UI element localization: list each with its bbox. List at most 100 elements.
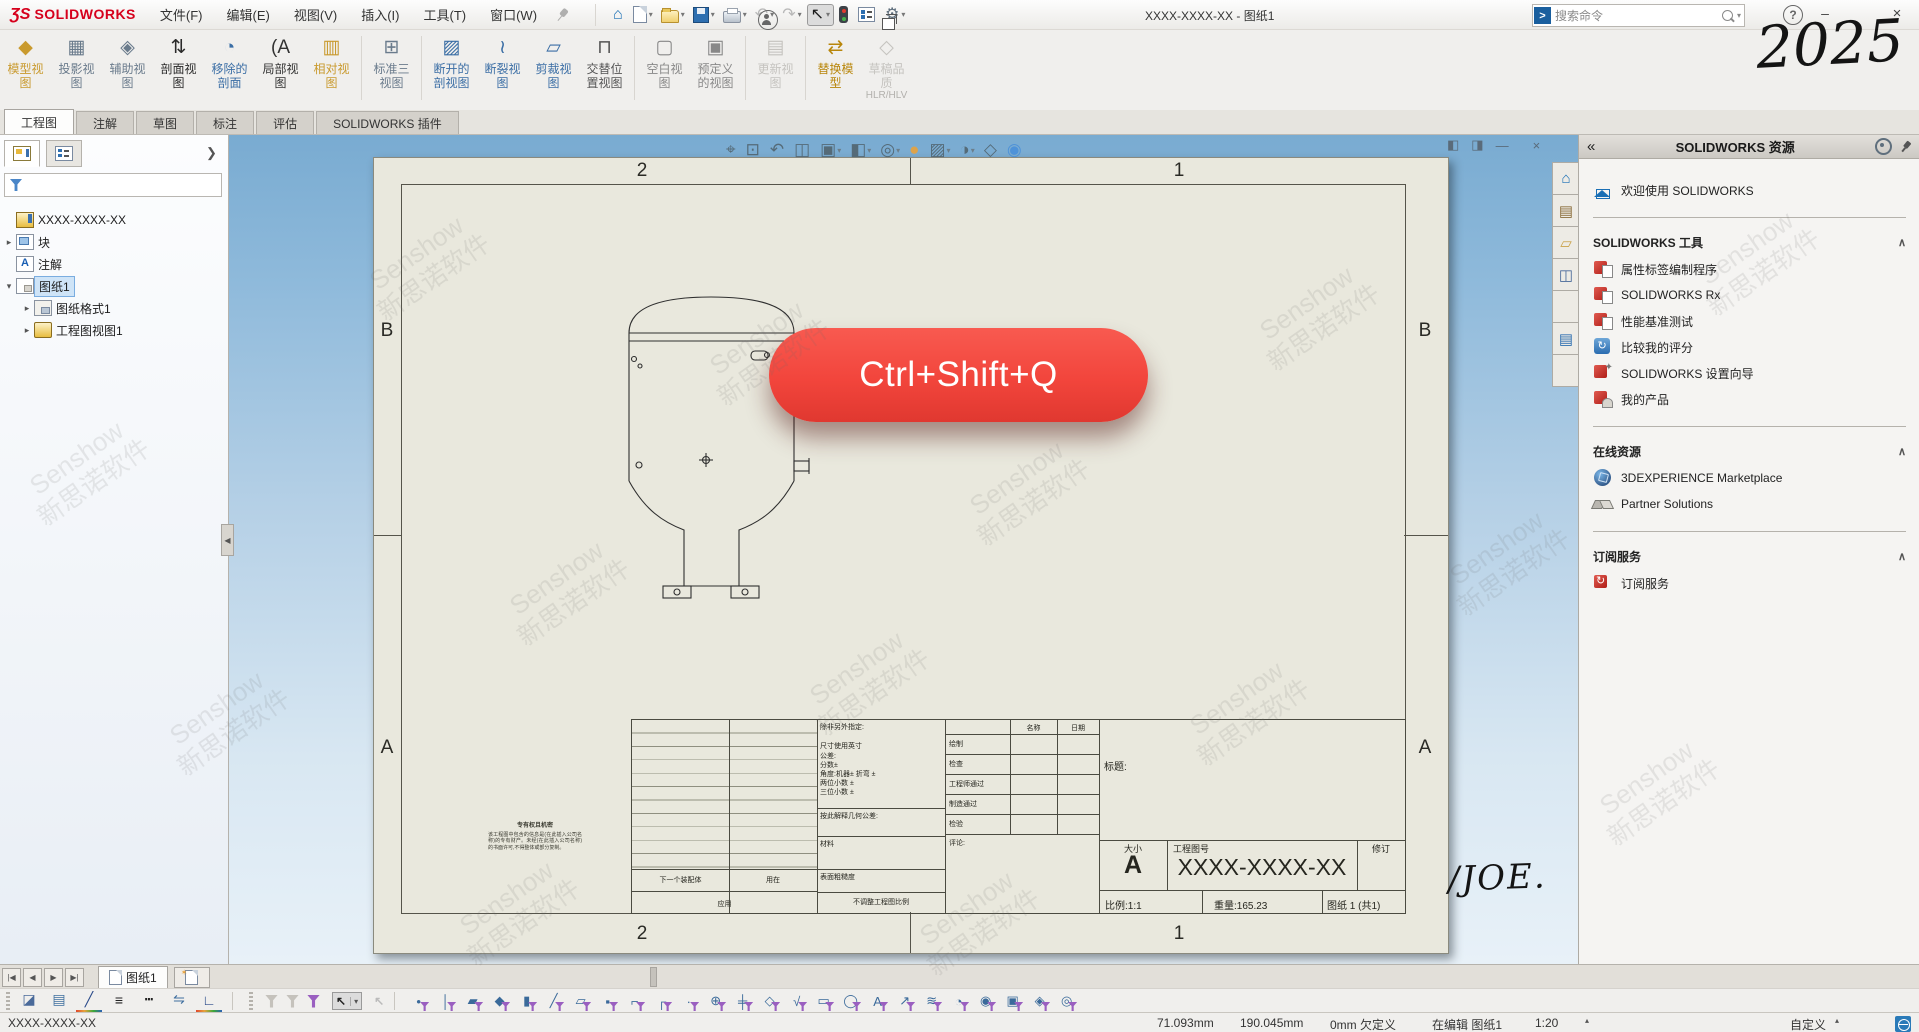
dropdown-caret-icon[interactable]: ▾ [971, 146, 975, 155]
grid-origin[interactable]: ∟ [196, 990, 222, 1013]
view-settings[interactable]: ◑ ▾ [960, 140, 975, 160]
select[interactable]: ↖ ▾ [807, 4, 834, 26]
tree-expander-icon[interactable]: ▸ [20, 325, 34, 336]
new-document[interactable]: ▾ [630, 4, 656, 25]
clear-filters-icon[interactable] [286, 995, 299, 1008]
crop-view[interactable]: ▱ 剪裁视 图 [528, 34, 579, 90]
magnified-selection-icon[interactable]: ↖ [374, 994, 384, 1008]
command-tab[interactable]: 草图 [136, 111, 194, 134]
tree-expander-icon[interactable]: ▸ [2, 237, 16, 248]
projected-view[interactable]: ▦ 投影视 图 [51, 34, 102, 90]
tree-root[interactable]: XXXX-XXXX-XX [2, 209, 226, 231]
drawing-sheet[interactable]: 2 1 2 1 B A B A [373, 157, 1449, 954]
filter-dowel-pins[interactable]: ◉ [972, 991, 999, 1011]
color-display-mode[interactable]: ⇋ [166, 990, 192, 1010]
removed-section[interactable]: ◔ 移除的 剖面 [204, 34, 255, 90]
filter-solid-bodies[interactable]: ▮ [513, 991, 540, 1011]
relative-view[interactable]: ▥ 相对视 图 [306, 34, 357, 90]
section-collapse-icon[interactable]: ∧ [1898, 550, 1906, 563]
dropdown-caret-icon[interactable]: ▾ [947, 146, 951, 155]
task-pane-entry[interactable]: 订阅服务 [1593, 570, 1906, 596]
tree-item[interactable]: ▸ 图纸格式1 [20, 297, 226, 319]
collapse-arrows-icon[interactable]: « [1587, 138, 1595, 155]
toolbar-grip[interactable] [6, 992, 10, 1010]
line-thickness[interactable]: ≡ [106, 990, 132, 1010]
filter-edges[interactable]: │ [432, 991, 459, 1011]
filter-notes[interactable]: ▭ [810, 991, 837, 1011]
tab-feature-tree[interactable] [4, 140, 40, 167]
sheet-tab[interactable]: 图纸1 [98, 966, 168, 989]
filter-sketch-segments[interactable]: ┌ [648, 991, 675, 1011]
file-properties[interactable] [855, 5, 880, 24]
units-spinner-icon[interactable]: ▴ [1835, 1016, 1839, 1025]
alternate-position-view[interactable]: ⊓ 交替位 置视图 [579, 34, 630, 90]
filter-axes[interactable]: ╱ [540, 991, 567, 1011]
ribbon-button[interactable] [421, 36, 422, 100]
command-search[interactable]: > 搜索命令 ▾ [1532, 4, 1745, 27]
broken-out-section[interactable]: ▨ 断开的 剖视图 [426, 34, 477, 90]
minimize-document[interactable]: — [1496, 138, 1509, 153]
filter-surface-finish[interactable]: √ [783, 991, 810, 1011]
menu-item[interactable]: 窗口(W) [480, 1, 547, 28]
task-pane-entry[interactable]: 性能基准测试 [1593, 308, 1906, 334]
section-collapse-icon[interactable]: ∧ [1898, 236, 1906, 249]
task-pane-entry[interactable]: SOLIDWORKS 设置向导 [1593, 360, 1906, 386]
filter-gtol[interactable]: A [864, 991, 891, 1011]
filter-datums[interactable]: ↗ [891, 991, 918, 1011]
restore-button[interactable] [882, 18, 895, 30]
filter-weld-symbols[interactable]: ≋ [918, 991, 945, 1011]
layer-properties[interactable]: ▤ [46, 990, 72, 1010]
filter-off-icon[interactable] [265, 995, 278, 1008]
filter-center-marks[interactable]: ⊕ [702, 991, 729, 1011]
auxiliary-view[interactable]: ◈ 辅助视 图 [102, 34, 153, 90]
status-units[interactable]: 自定义 [1790, 1016, 1826, 1032]
scale-spinner-icon[interactable]: ▴ [1585, 1016, 1589, 1025]
break-view[interactable]: ≀ 断裂视 图 [477, 34, 528, 90]
3d-drawing-view[interactable]: ◇ [984, 140, 998, 160]
search-icon[interactable] [1722, 10, 1733, 21]
hide-show-items[interactable]: ◎ ▾ [880, 140, 900, 160]
task-pane-entry[interactable]: 比较我的评分 [1593, 334, 1906, 360]
forum[interactable] [1552, 354, 1580, 387]
ribbon-button[interactable] [805, 36, 806, 100]
title-block[interactable]: 除非另外指定: 尺寸使用英寸 公差: 分数± 角度:机器± 折弯 ± 两位小数 … [631, 719, 1406, 914]
task-pane-entry[interactable]: 3DEXPERIENCE Marketplace [1593, 465, 1906, 491]
tree-item[interactable]: ▸ 块 [2, 231, 226, 253]
dropdown-caret-icon[interactable]: ▾ [711, 10, 715, 19]
file-explorer[interactable]: ▱ [1552, 226, 1580, 259]
select-tool[interactable]: ↖▾ [332, 992, 362, 1010]
add-sheet-button[interactable] [174, 967, 210, 988]
search-dropdown-caret-icon[interactable]: ▾ [1737, 11, 1741, 20]
status-sheet-scale[interactable]: 1:20 [1535, 1016, 1558, 1030]
filter-vertices[interactable]: • [405, 991, 432, 1011]
rebuild[interactable] [836, 4, 853, 25]
standard-3-view[interactable]: ⊞ 标准三 视图 [366, 34, 417, 90]
command-tab[interactable]: 注解 [76, 111, 134, 134]
menu-item[interactable]: 工具(T) [413, 1, 476, 28]
tree-item[interactable]: 注解 [2, 253, 226, 275]
view-orientation[interactable]: ▣ ▾ [820, 140, 841, 160]
panel-expand-icon[interactable]: ❯ [206, 145, 217, 161]
ribbon-button[interactable] [361, 36, 362, 100]
dropdown-caret-icon[interactable]: ▾ [649, 10, 653, 19]
command-tab[interactable]: 工程图 [4, 109, 74, 134]
show-featuremanager[interactable]: ◧ [1447, 137, 1459, 153]
command-tab[interactable]: SOLIDWORKS 插件 [316, 111, 459, 134]
scrollbar-split-handle[interactable] [650, 967, 657, 987]
section-view[interactable]: ⇅ 剖面视 图 [153, 34, 204, 90]
filter-balloons[interactable]: ◯ [837, 991, 864, 1011]
login-icon[interactable] [758, 10, 778, 30]
tree-item[interactable]: ▾ 图纸1 [2, 275, 226, 297]
line-style[interactable]: ┅ [136, 990, 162, 1010]
filter-midpoints[interactable]: ∙ [675, 991, 702, 1011]
task-pane-entry[interactable]: 我的产品 [1593, 386, 1906, 412]
ribbon-button[interactable] [745, 36, 746, 100]
menu-item[interactable]: 视图(V) [284, 1, 347, 28]
tree-item[interactable]: ▸ 工程图视图1 [20, 319, 226, 341]
show-panes[interactable]: ◨ [1471, 137, 1483, 153]
print[interactable]: ▾ [720, 5, 750, 25]
tree-expander-icon[interactable]: ▸ [20, 303, 34, 314]
command-tab[interactable]: 评估 [256, 111, 314, 134]
appearances-scenes[interactable] [1552, 290, 1580, 323]
filter-stack-icon[interactable] [307, 995, 320, 1008]
